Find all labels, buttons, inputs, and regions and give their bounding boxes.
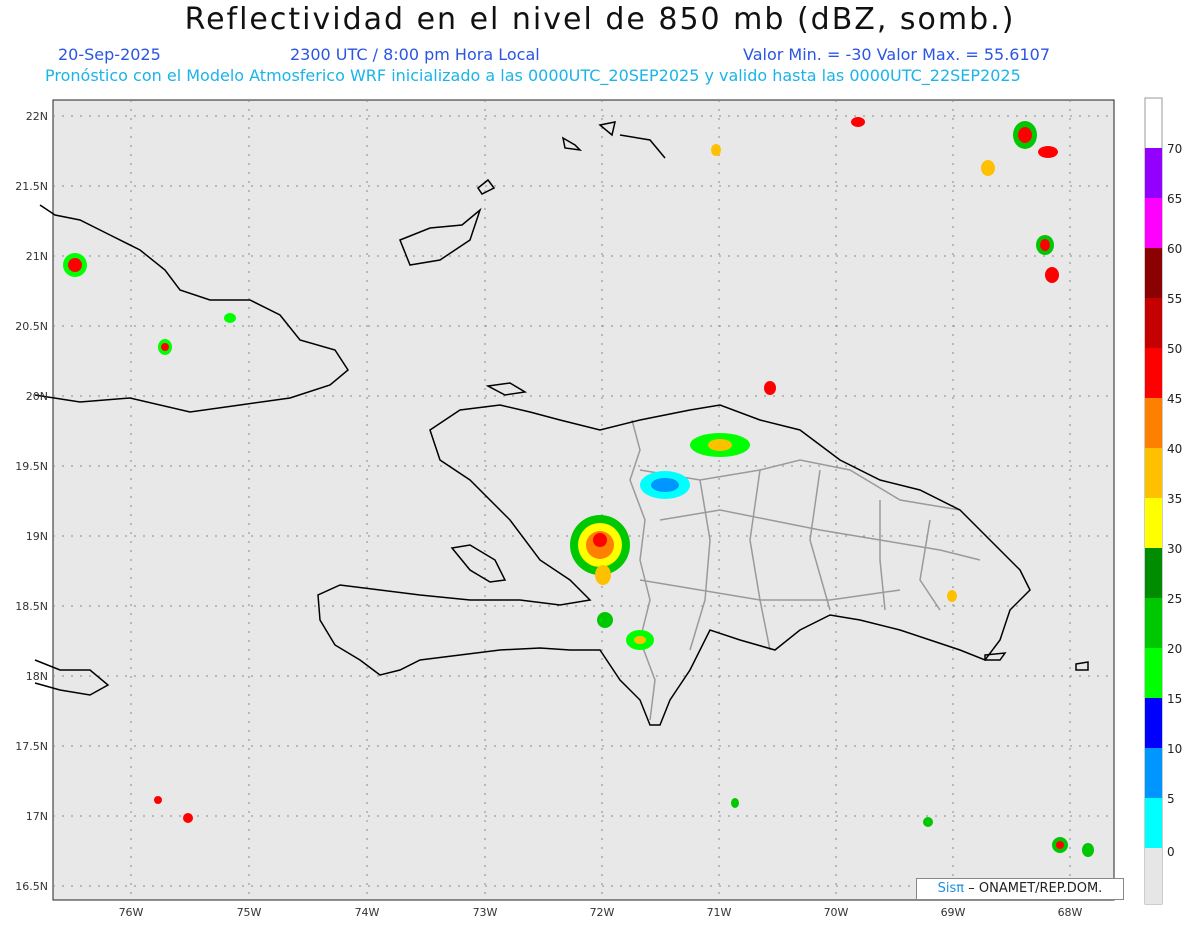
colorbar-label: 0 <box>1167 845 1175 859</box>
lat-label: 20N <box>26 390 48 403</box>
colorbar-label: 70 <box>1167 142 1182 156</box>
lon-label: 75W <box>237 906 262 919</box>
lon-label: 72W <box>590 906 615 919</box>
colorbar-label: 65 <box>1167 192 1182 206</box>
map-panel <box>52 99 1115 901</box>
lat-label: 21N <box>26 250 48 263</box>
lat-label: 17.5N <box>15 740 48 753</box>
lon-label: 74W <box>355 906 380 919</box>
colorbar-label: 50 <box>1167 342 1182 356</box>
colorbar-label: 15 <box>1167 692 1182 706</box>
lon-label: 68W <box>1058 906 1083 919</box>
lon-axis-labels: 76W 75W 74W 73W 72W 71W 70W 69W 68W <box>119 906 1083 919</box>
colorbar-label: 30 <box>1167 542 1182 556</box>
lon-label: 73W <box>473 906 498 919</box>
credit-box: Sisπ – ONAMET/REP.DOM. <box>916 878 1124 900</box>
map-canvas: 22N 21.5N 21N 20.5N 20N 19.5N 19N 18.5N … <box>15 97 1182 919</box>
colorbar-label: 40 <box>1167 442 1182 456</box>
lat-label: 18N <box>26 670 48 683</box>
colorbar-label: 60 <box>1167 242 1182 256</box>
lat-axis-labels: 22N 21.5N 21N 20.5N 20N 19.5N 19N 18.5N … <box>15 110 48 893</box>
lat-label: 16.5N <box>15 880 48 893</box>
lon-label: 71W <box>707 906 732 919</box>
colorbar <box>1144 97 1163 905</box>
colorbar-label: 25 <box>1167 592 1182 606</box>
lat-label: 18.5N <box>15 600 48 613</box>
lat-label: 22N <box>26 110 48 123</box>
credit-brand: Sisπ <box>937 881 965 896</box>
colorbar-label: 20 <box>1167 642 1182 656</box>
lat-label: 17N <box>26 810 48 823</box>
lat-label: 20.5N <box>15 320 48 333</box>
lat-label: 19N <box>26 530 48 543</box>
lon-label: 70W <box>824 906 849 919</box>
credit-text: – ONAMET/REP.DOM. <box>968 881 1103 896</box>
lat-label: 19.5N <box>15 460 48 473</box>
lon-label: 69W <box>941 906 966 919</box>
colorbar-label: 55 <box>1167 292 1182 306</box>
colorbar-label: 45 <box>1167 392 1182 406</box>
colorbar-label: 10 <box>1167 742 1182 756</box>
colorbar-label: 35 <box>1167 492 1182 506</box>
colorbar-label: 5 <box>1167 792 1175 806</box>
colorbar-labels: 70 65 60 55 50 45 40 35 30 25 20 15 10 5… <box>1167 142 1182 859</box>
lon-label: 76W <box>119 906 144 919</box>
lat-label: 21.5N <box>15 180 48 193</box>
